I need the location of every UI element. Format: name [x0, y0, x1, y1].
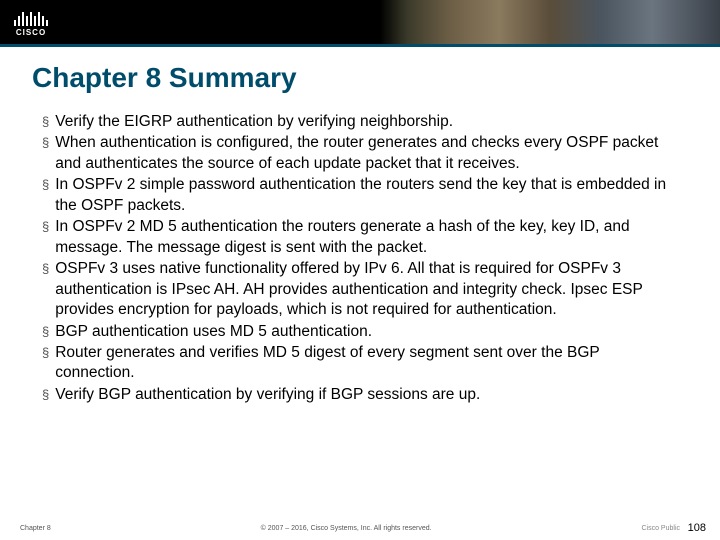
bullet-text: Verify BGP authentication by verifying i… [55, 385, 680, 405]
header-divider [0, 44, 720, 47]
list-item: § Verify BGP authentication by verifying … [42, 385, 680, 405]
footer-classification: Cisco Public [641, 525, 680, 532]
bullet-list: § Verify the EIGRP authentication by veri… [42, 112, 680, 405]
bullet-text: BGP authentication uses MD 5 authenticat… [55, 322, 680, 342]
list-item: § In OSPFv 2 simple password authenticati… [42, 175, 680, 216]
bullet-text: In OSPFv 2 simple password authenticatio… [55, 175, 680, 216]
footer-copyright: © 2007 – 2016, Cisco Systems, Inc. All r… [51, 525, 642, 532]
bullet-icon: § [42, 343, 49, 363]
bullet-icon: § [42, 112, 49, 132]
bullet-icon: § [42, 385, 49, 405]
bullet-text: Router generates and verifies MD 5 diges… [55, 343, 680, 384]
footer-chapter: Chapter 8 [20, 525, 51, 532]
bullet-text: Verify the EIGRP authentication by verif… [55, 112, 680, 132]
slide-title: Chapter 8 Summary [32, 62, 720, 94]
page-number: 108 [688, 522, 706, 534]
list-item: § Router generates and verifies MD 5 dige… [42, 343, 680, 384]
bullet-icon: § [42, 133, 49, 153]
list-item: § In OSPFv 2 MD 5 authentication the rout… [42, 217, 680, 258]
list-item: § When authentication is configured, the … [42, 133, 680, 174]
bullet-icon: § [42, 175, 49, 195]
list-item: § OSPFv 3 uses native functionality offer… [42, 259, 680, 320]
cisco-logo-text: CISCO [16, 28, 46, 37]
footer: Chapter 8 © 2007 – 2016, Cisco Systems, … [0, 525, 720, 532]
list-item: § BGP authentication uses MD 5 authentica… [42, 322, 680, 342]
cisco-logo-icon [14, 8, 48, 26]
bullet-text: In OSPFv 2 MD 5 authentication the route… [55, 217, 680, 258]
bullet-icon: § [42, 322, 49, 342]
bullet-text: When authentication is configured, the r… [55, 133, 680, 174]
header-photo-strip [380, 0, 720, 44]
bullet-icon: § [42, 217, 49, 237]
bullet-icon: § [42, 259, 49, 279]
list-item: § Verify the EIGRP authentication by veri… [42, 112, 680, 132]
header-bar: CISCO [0, 0, 720, 44]
cisco-logo: CISCO [14, 8, 48, 37]
bullet-text: OSPFv 3 uses native functionality offere… [55, 259, 680, 320]
